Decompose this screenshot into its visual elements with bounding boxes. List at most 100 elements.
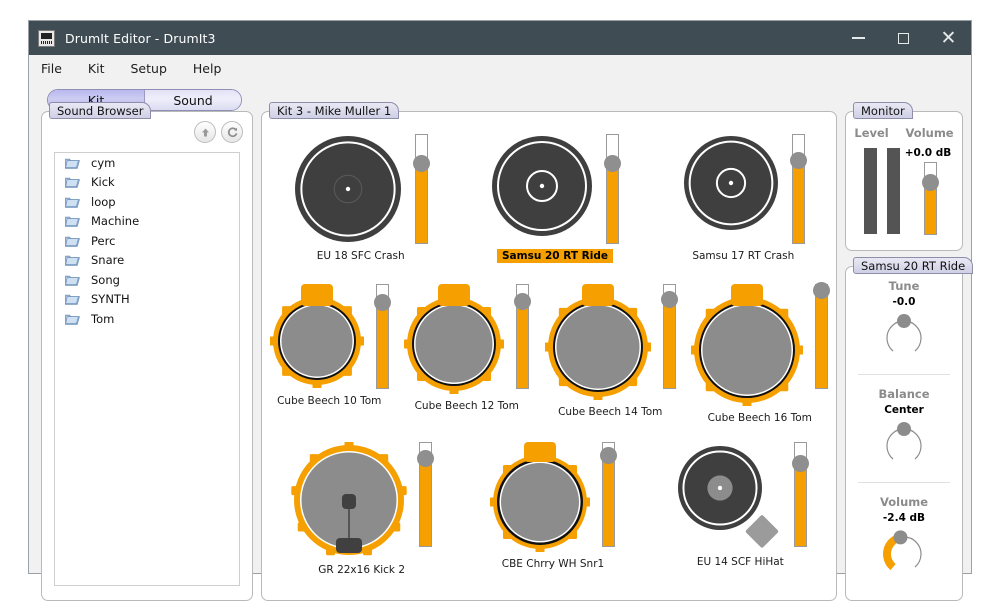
tune-knob[interactable] <box>878 312 930 364</box>
drum-pad[interactable]: GR 22x16 Kick 2 <box>291 442 435 577</box>
cymbal-graphic[interactable] <box>682 134 780 232</box>
slider-knob[interactable] <box>373 294 391 311</box>
sound-properties-tab: Samsu 20 RT Ride <box>853 257 974 274</box>
up-icon[interactable] <box>194 121 216 143</box>
slider-fill <box>602 455 616 547</box>
kick-graphic[interactable] <box>291 442 407 558</box>
folder-item[interactable]: Snare <box>55 251 239 271</box>
pad-volume-slider[interactable] <box>789 134 807 244</box>
tom-graphic[interactable] <box>404 284 505 394</box>
menu-help[interactable]: Help <box>193 61 222 76</box>
folder-list[interactable]: cym Kick loop Machine Perc Snare Song SYNTH Tom <box>54 152 240 586</box>
pad-volume-slider[interactable] <box>604 134 622 244</box>
folder-label: SYNTH <box>91 292 130 307</box>
tom-graphic[interactable] <box>544 284 651 400</box>
folder-item[interactable]: Machine <box>55 212 239 232</box>
folder-item[interactable]: loop <box>55 192 239 212</box>
pad-unit <box>691 282 831 406</box>
menu-bar: File Kit Setup Help <box>29 55 971 81</box>
snare-graphic[interactable] <box>490 442 591 552</box>
monitor-volume-slider[interactable] <box>922 162 939 235</box>
slider-knob[interactable] <box>660 291 678 308</box>
folder-item[interactable]: Kick <box>55 173 239 193</box>
drum-pad[interactable]: EU 18 SFC Crash <box>293 134 431 263</box>
pad-label[interactable]: Cube Beech 12 Tom <box>410 399 524 413</box>
volume-value: -2.4 dB <box>882 512 926 524</box>
close-button[interactable]: ✕ <box>926 21 971 55</box>
pad-unit <box>490 134 622 244</box>
maximize-button[interactable] <box>881 21 926 55</box>
browser-toolbar <box>194 121 243 143</box>
pad-label-selected[interactable]: Samsu 20 RT Ride <box>496 249 613 263</box>
cymbal-graphic[interactable] <box>293 134 403 244</box>
drum-pad[interactable]: Cube Beech 14 Tom <box>544 284 678 425</box>
drum-pad[interactable]: Samsu 20 RT Ride <box>490 134 622 263</box>
cymbal-graphic[interactable] <box>490 134 594 238</box>
drum-pad[interactable]: EU 14 SCF HiHat <box>674 442 809 577</box>
title-bar: DrumIt Editor - DrumIt3 ✕ <box>29 21 971 55</box>
pad-volume-slider[interactable] <box>514 284 532 389</box>
folder-item[interactable]: Tom <box>55 309 239 329</box>
mode-sound-button[interactable]: Sound <box>144 90 241 110</box>
slider-fill <box>662 299 676 389</box>
pad-label[interactable]: Cube Beech 14 Tom <box>553 405 667 419</box>
pad-volume-slider[interactable] <box>413 134 431 244</box>
pad-label[interactable]: Cube Beech 10 Tom <box>272 394 386 408</box>
pad-label[interactable]: Samsu 17 RT Crash <box>687 249 799 263</box>
pad-volume-slider[interactable] <box>600 442 618 547</box>
menu-setup[interactable]: Setup <box>131 61 167 76</box>
tune-value: -0.0 <box>892 296 916 308</box>
pad-volume-slider[interactable] <box>922 162 939 235</box>
folder-icon <box>65 157 80 169</box>
folder-label: Kick <box>91 175 115 190</box>
slider-knob[interactable] <box>791 455 809 472</box>
slider-fill <box>415 163 429 244</box>
pad-label[interactable]: EU 18 SFC Crash <box>312 249 410 263</box>
pad-volume-slider[interactable] <box>373 284 391 389</box>
pad-unit <box>682 134 807 244</box>
pad-unit <box>404 284 532 394</box>
pad-volume-slider[interactable] <box>417 442 435 547</box>
minimize-button[interactable] <box>836 21 881 55</box>
tune-label: Tune <box>888 279 920 293</box>
slider-knob[interactable] <box>922 174 939 191</box>
folder-item[interactable]: SYNTH <box>55 290 239 310</box>
pad-volume-slider[interactable] <box>813 282 831 389</box>
drum-pad[interactable]: Samsu 17 RT Crash <box>682 134 807 263</box>
pad-label[interactable]: EU 14 SCF HiHat <box>692 555 789 569</box>
balance-knob[interactable] <box>878 420 930 472</box>
folder-icon <box>65 176 80 188</box>
pad-volume-slider[interactable] <box>791 442 809 547</box>
drum-pad[interactable]: Cube Beech 10 Tom <box>269 284 391 425</box>
drum-pad[interactable]: CBE Chrry WH Snr1 <box>490 442 618 577</box>
tom-graphic[interactable] <box>691 284 804 406</box>
folder-icon <box>65 235 80 247</box>
folder-icon <box>65 274 80 286</box>
pad-volume-slider[interactable] <box>660 284 678 389</box>
sound-browser-tab: Sound Browser <box>49 102 152 119</box>
level-meter-left <box>864 148 877 234</box>
slider-knob[interactable] <box>789 152 807 169</box>
divider <box>858 374 950 375</box>
monitor-volume-value: +0.0 dB <box>904 147 952 159</box>
balance-control: Balance Center <box>846 387 962 472</box>
folder-label: Song <box>91 272 120 287</box>
drum-pad[interactable]: Cube Beech 16 Tom <box>691 282 831 425</box>
folder-item[interactable]: Perc <box>55 231 239 251</box>
hihat-graphic[interactable] <box>674 442 782 550</box>
menu-file[interactable]: File <box>41 61 62 76</box>
folder-item[interactable]: Song <box>55 270 239 290</box>
pad-unit <box>291 442 435 558</box>
volume-knob[interactable] <box>878 528 930 580</box>
pad-label[interactable]: CBE Chrry WH Snr1 <box>497 557 609 571</box>
folder-icon <box>65 313 80 325</box>
folder-item[interactable]: cym <box>55 153 239 173</box>
tom-graphic[interactable] <box>269 284 364 388</box>
tom-row: Cube Beech 10 Tom Cube Beech 12 Tom Cube B… <box>262 282 836 425</box>
drum-pad[interactable]: Cube Beech 12 Tom <box>404 284 532 425</box>
window-controls: ✕ <box>836 21 971 55</box>
pad-label[interactable]: GR 22x16 Kick 2 <box>313 563 410 577</box>
pad-label[interactable]: Cube Beech 16 Tom <box>703 411 817 425</box>
menu-kit[interactable]: Kit <box>88 61 105 76</box>
refresh-icon[interactable] <box>221 121 243 143</box>
